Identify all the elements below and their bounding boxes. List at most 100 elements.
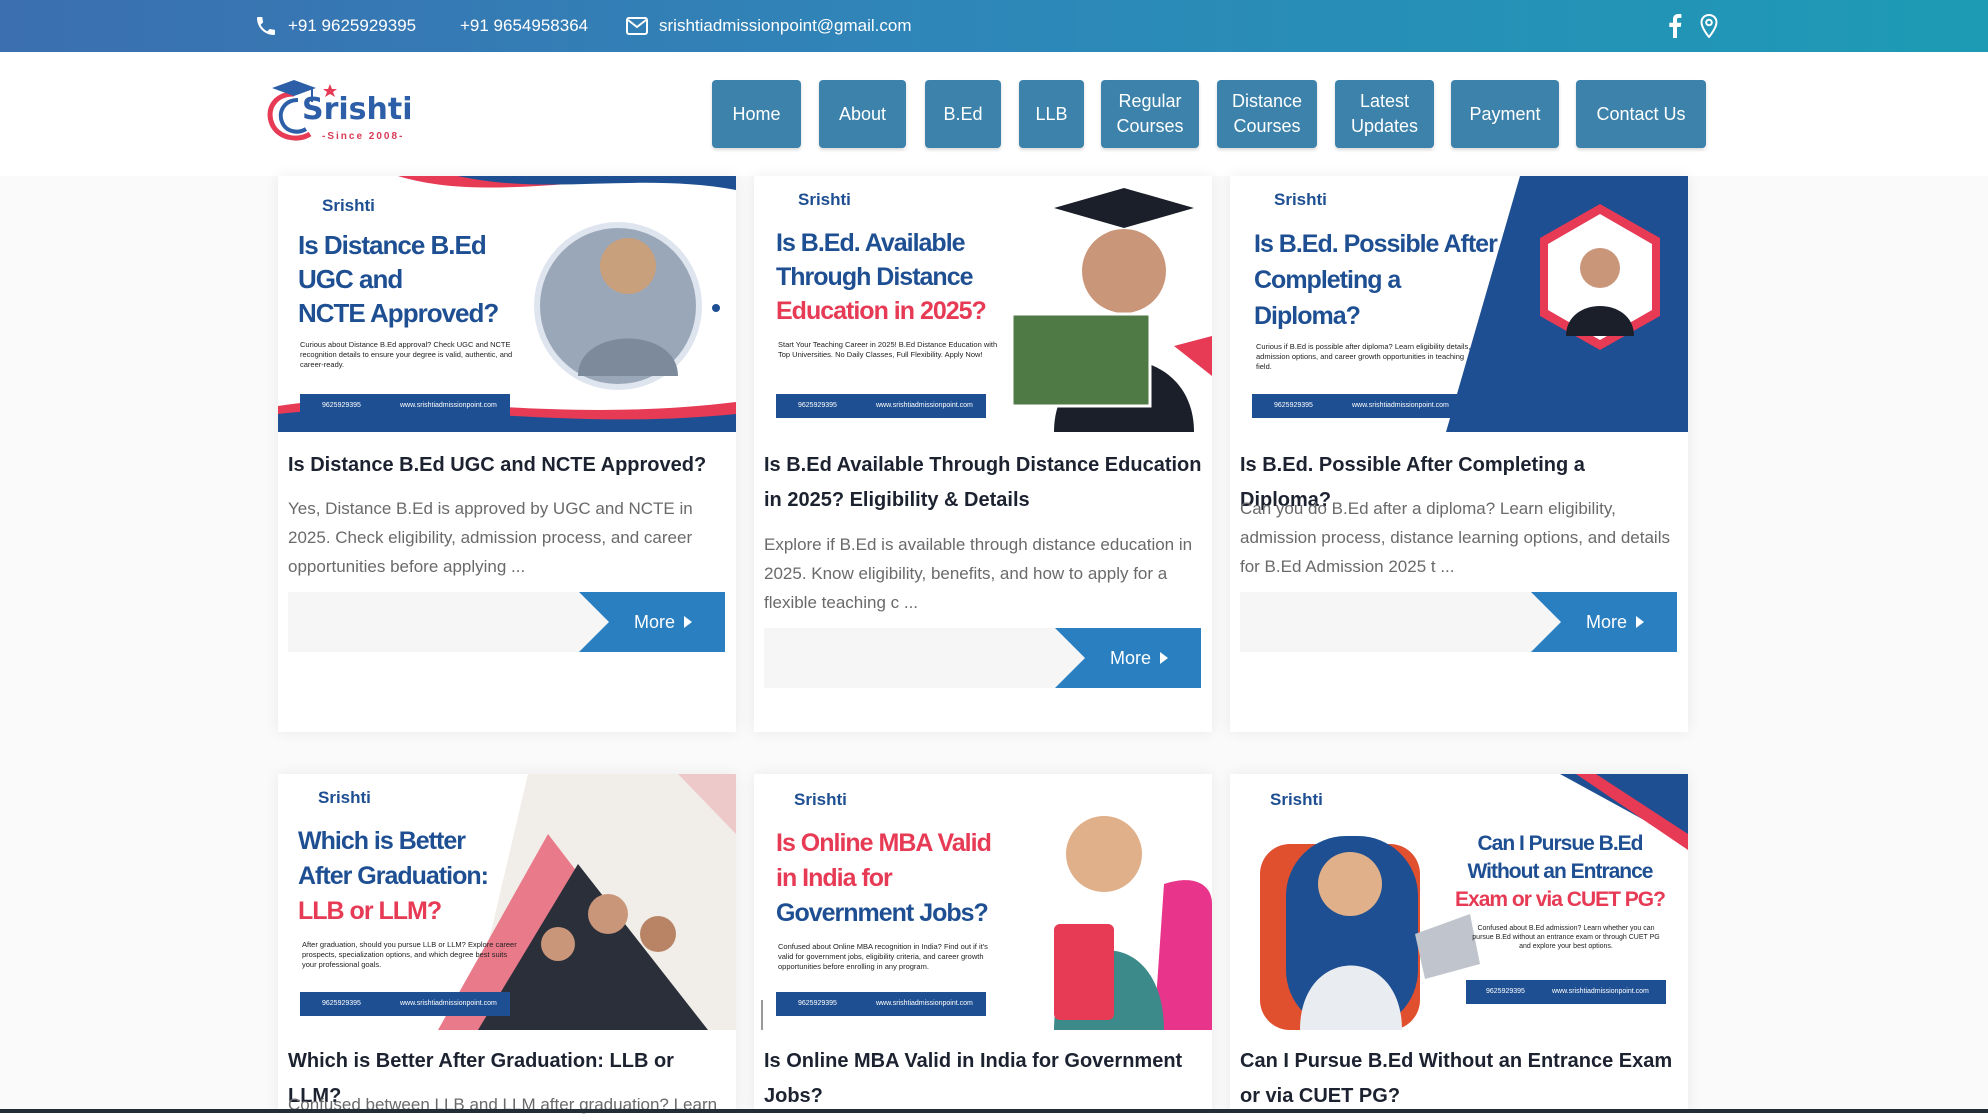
banner-website: www.srishtiadmissionpoint.com	[876, 1000, 973, 1007]
banner-brand: Srishti	[322, 196, 375, 215]
banner-blurb: Curious about Distance B.Ed approval? Ch…	[300, 340, 513, 369]
banner-website: www.srishtiadmissionpoint.com	[876, 402, 973, 409]
phone-number-1[interactable]: +91 9625929395	[288, 16, 416, 36]
nav-about[interactable]: About	[819, 80, 906, 148]
post-card: Srishti Which is Better After Graduation…	[278, 774, 736, 1114]
site-header: Srishti -Since 2008- Home About B.Ed LLB…	[0, 52, 1988, 177]
post-thumbnail[interactable]: Srishti Which is Better After Graduation…	[278, 774, 736, 1030]
more-row: More	[764, 628, 1201, 688]
post-thumbnail[interactable]: Srishti Is Online MBA Valid in India for…	[754, 774, 1212, 1030]
banner-headline: Is Online MBA Valid in India for Governm…	[776, 826, 1026, 931]
banner-headline-line: Completing a	[1254, 266, 1401, 294]
phone-contact[interactable]: +91 9625929395	[254, 0, 416, 52]
banner-blurb: Start Your Teaching Career in 2025! B.Ed…	[778, 340, 998, 359]
post-title[interactable]: Is Online MBA Valid in India for Governm…	[764, 1044, 1204, 1114]
nav-regular-courses[interactable]: Regular Courses	[1101, 80, 1199, 148]
banner-headline-line: in India for	[776, 864, 893, 892]
banner-headline-line: Education in 2025?	[776, 297, 987, 325]
caret-right-icon	[1635, 612, 1644, 633]
banner-website: www.srishtiadmissionpoint.com	[1352, 402, 1449, 409]
post-card: Srishti Can I Pursue B.Ed Without an Ent…	[1230, 774, 1688, 1114]
banner-phone: 9625929395	[322, 1000, 361, 1007]
banner-headline-line: UGC and	[298, 264, 403, 294]
nav-latest-updates[interactable]: Latest Updates	[1335, 80, 1434, 148]
banner-phone: 9625929395	[322, 402, 361, 409]
more-label: More	[1585, 611, 1627, 632]
banner-phone: 9625929395	[1486, 988, 1525, 995]
banner-headline-line: Is Distance B.Ed	[298, 230, 487, 260]
banner-website: www.srishtiadmissionpoint.com	[400, 402, 497, 409]
banner-website: www.srishtiadmissionpoint.com	[400, 1000, 497, 1007]
location-pin-icon[interactable]	[1700, 14, 1718, 38]
banner-headline-line: Is B.Ed. Available	[776, 229, 966, 257]
mail-icon	[625, 16, 649, 36]
banner-headline-line: Is Online MBA Valid	[776, 829, 992, 857]
nav-contact-us[interactable]: Contact Us	[1576, 80, 1706, 148]
facebook-icon[interactable]	[1668, 14, 1682, 38]
post-title[interactable]: Can I Pursue B.Ed Without an Entrance Ex…	[1240, 1044, 1680, 1114]
post-thumbnail[interactable]: Srishti Is B.Ed. Available Through Dista…	[754, 176, 1212, 432]
more-button[interactable]: More	[1531, 592, 1677, 652]
banner-headline-line: Without an Entrance	[1467, 860, 1654, 883]
nav-llb[interactable]: LLB	[1019, 80, 1084, 148]
more-row: More	[288, 592, 725, 652]
banner-headline-line: NCTE Approved?	[298, 298, 499, 328]
post-title[interactable]: Is Distance B.Ed UGC and NCTE Approved?	[288, 448, 728, 483]
banner-brand: Srishti	[318, 788, 371, 807]
post-grid: Srishti Is Distance B.Ed UGC and NCTE Ap…	[0, 176, 1988, 1114]
page-bottom-divider	[0, 1109, 1988, 1113]
banner-headline-line: Through Distance	[776, 263, 974, 291]
post-card: Srishti Is Distance B.Ed UGC and NCTE Ap…	[278, 176, 736, 732]
post-excerpt: Can you do B.Ed after a diploma? Learn e…	[1240, 499, 1670, 576]
banner-blurb: Curious if B.Ed is possible after diplom…	[1256, 342, 1471, 371]
more-button[interactable]: More	[1055, 628, 1201, 688]
banner-headline-line: Which is Better	[298, 827, 466, 855]
more-button[interactable]: More	[579, 592, 725, 652]
banner-brand: Srishti	[1270, 790, 1323, 809]
phone-contact-2[interactable]: +91 9654958364	[460, 0, 588, 52]
nav-home[interactable]: Home	[712, 80, 801, 148]
banner-brand: Srishti	[798, 190, 851, 209]
more-label: More	[633, 611, 675, 632]
banner-brand: Srishti	[1274, 190, 1327, 209]
banner-website: www.srishtiadmissionpoint.com	[1552, 988, 1649, 995]
banner-headline-line: Government Jobs?	[776, 899, 989, 927]
banner-phone: 9625929395	[798, 1000, 837, 1007]
banner-headline-line: Exam or via CUET PG?	[1455, 888, 1666, 911]
banner-headline-line: Diploma?	[1254, 302, 1361, 330]
banner-phone: 9625929395	[798, 402, 837, 409]
nav-distance-courses[interactable]: Distance Courses	[1217, 80, 1317, 148]
banner-phone: 9625929395	[1274, 402, 1313, 409]
post-card: Srishti Is Online MBA Valid in India for…	[754, 774, 1212, 1114]
post-excerpt: Explore if B.Ed is available through dis…	[764, 535, 1193, 612]
caret-right-icon	[1159, 648, 1168, 669]
post-title[interactable]: Is B.Ed Available Through Distance Educa…	[764, 448, 1204, 518]
banner-blurb: Confused about Online MBA recognition in…	[778, 942, 988, 971]
phone-icon	[254, 14, 278, 38]
phone-number-2[interactable]: +91 9654958364	[460, 16, 588, 36]
banner-blurb: Confused about B.Ed admission? Learn whe…	[1472, 925, 1660, 950]
banner-headline-line: Can I Pursue B.Ed	[1477, 832, 1643, 855]
more-label: More	[1109, 647, 1151, 668]
email-address[interactable]: srishtiadmissionpoint@gmail.com	[659, 16, 912, 36]
banner-headline-line: LLB or LLM?	[298, 897, 442, 925]
nav-payment[interactable]: Payment	[1451, 80, 1559, 148]
main-nav: Home About B.Ed LLB Regular Courses Dist…	[0, 80, 1988, 148]
banner-blurb: After graduation, should you pursue LLB …	[302, 940, 517, 969]
post-thumbnail[interactable]: Srishti Is B.Ed. Possible After Completi…	[1230, 176, 1688, 432]
post-card: Srishti Is B.Ed. Available Through Dista…	[754, 176, 1212, 732]
social-links	[1668, 0, 1718, 52]
banner-headline: Which is Better After Graduation: LLB or…	[298, 824, 538, 929]
post-thumbnail[interactable]: Srishti Is Distance B.Ed UGC and NCTE Ap…	[278, 176, 736, 432]
banner-headline: Is B.Ed. Possible After Completing a Dip…	[1254, 226, 1544, 334]
banner-headline-line: After Graduation:	[298, 862, 489, 890]
contact-bar: +91 9625929395 +91 9654958364 srishtiadm…	[0, 0, 1988, 52]
post-excerpt: Yes, Distance B.Ed is approved by UGC an…	[288, 499, 693, 576]
nav-bed[interactable]: B.Ed	[925, 80, 1001, 148]
banner-headline: Is Distance B.Ed UGC and NCTE Approved?	[298, 228, 528, 330]
post-thumbnail[interactable]: Srishti Can I Pursue B.Ed Without an Ent…	[1230, 774, 1688, 1030]
more-row: More	[1240, 592, 1677, 652]
post-card: Srishti Is B.Ed. Possible After Completi…	[1230, 176, 1688, 732]
caret-right-icon	[683, 612, 692, 633]
email-contact[interactable]: srishtiadmissionpoint@gmail.com	[625, 0, 912, 52]
